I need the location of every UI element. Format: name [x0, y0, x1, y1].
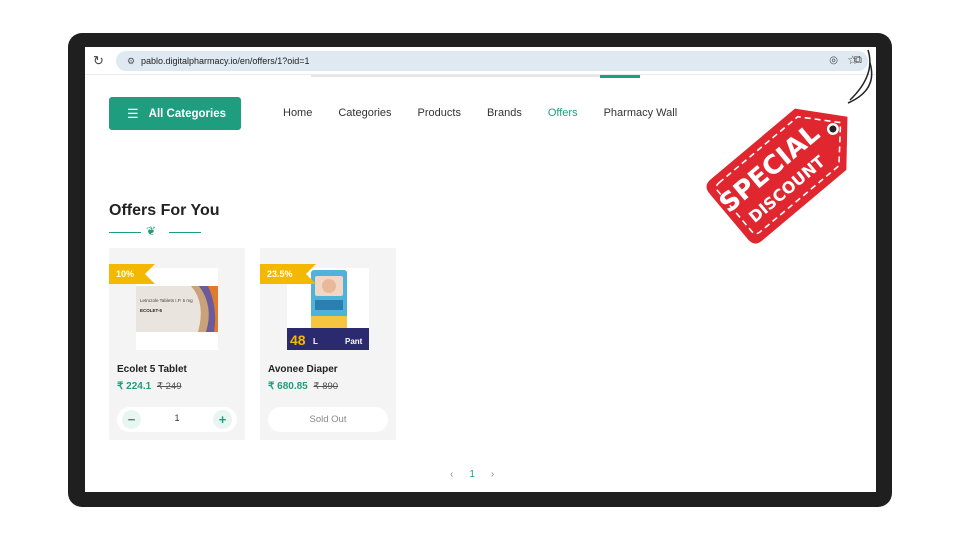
- main-nav: Home Categories Products Brands Offers P…: [283, 106, 703, 120]
- nav-home[interactable]: Home: [283, 106, 312, 120]
- original-price: ₹ 249: [156, 381, 182, 392]
- pagination-next[interactable]: ›: [491, 469, 494, 480]
- product-card[interactable]: Letrozole Tablets I.P. 5 mg ECOLET-5 10%…: [109, 248, 245, 440]
- sale-price: ₹ 680.85: [268, 381, 308, 392]
- section-title: Offers For You: [109, 202, 220, 219]
- nav-brands[interactable]: Brands: [487, 106, 522, 120]
- product-name[interactable]: Avonee Diaper: [268, 364, 338, 375]
- pagination: ‹ 1 ›: [450, 469, 494, 480]
- pagination-current[interactable]: 1: [469, 469, 475, 480]
- pack-brand: ECOLET-5: [140, 308, 163, 313]
- tag-graphic: SPECIAL DISCOUNT: [706, 49, 873, 244]
- nav-categories[interactable]: Categories: [338, 106, 391, 120]
- all-categories-label: All Categories: [148, 107, 226, 120]
- quantity-stepper: − 1 +: [117, 407, 237, 432]
- sale-price: ₹ 224.1: [117, 381, 152, 392]
- increase-quantity-button[interactable]: +: [213, 410, 232, 429]
- decrease-quantity-button[interactable]: −: [122, 410, 141, 429]
- sold-out-button[interactable]: Sold Out: [268, 407, 388, 432]
- nav-offers[interactable]: Offers: [548, 106, 578, 120]
- nav-pharmacy-wall[interactable]: Pharmacy Wall: [604, 106, 678, 120]
- pack-text: Letrozole Tablets I.P. 5 mg: [140, 298, 193, 303]
- reload-icon[interactable]: ↻: [93, 53, 104, 69]
- special-discount-tag: SPECIAL DISCOUNT: [700, 45, 880, 255]
- quantity-value: 1: [174, 413, 180, 423]
- leaf-icon: ❦: [146, 224, 157, 238]
- header-search-border: [311, 75, 600, 77]
- search-button-edge[interactable]: [600, 75, 640, 78]
- all-categories-button[interactable]: ☰ All Categories: [109, 97, 241, 130]
- stage: ↻ ⚙ pablo.digitalpharmacy.io/en/offers/1…: [0, 0, 960, 540]
- pagination-prev[interactable]: ‹: [450, 469, 453, 480]
- product-card[interactable]: 48 L Pant 23.5% Avonee Diaper ₹ 680.85 ₹…: [260, 248, 396, 440]
- title-divider: ❦: [109, 224, 201, 238]
- divider-line-right: [169, 232, 201, 233]
- pack-size: L: [313, 337, 318, 346]
- nav-products[interactable]: Products: [418, 106, 461, 120]
- price-row: ₹ 680.85 ₹ 890: [268, 381, 338, 392]
- discount-badge: 23.5%: [260, 264, 316, 284]
- url-text[interactable]: pablo.digitalpharmacy.io/en/offers/1?oid…: [141, 54, 310, 68]
- site-settings-icon[interactable]: ⚙: [124, 54, 138, 68]
- price-row: ₹ 224.1 ₹ 249: [117, 381, 182, 392]
- product-name[interactable]: Ecolet 5 Tablet: [117, 364, 187, 375]
- discount-badge: 10%: [109, 264, 155, 284]
- original-price: ₹ 890: [313, 381, 339, 392]
- pack-type: Pant: [345, 337, 363, 346]
- pack-count: 48: [290, 332, 306, 348]
- divider-line-left: [109, 232, 141, 233]
- menu-icon: ☰: [127, 106, 139, 121]
